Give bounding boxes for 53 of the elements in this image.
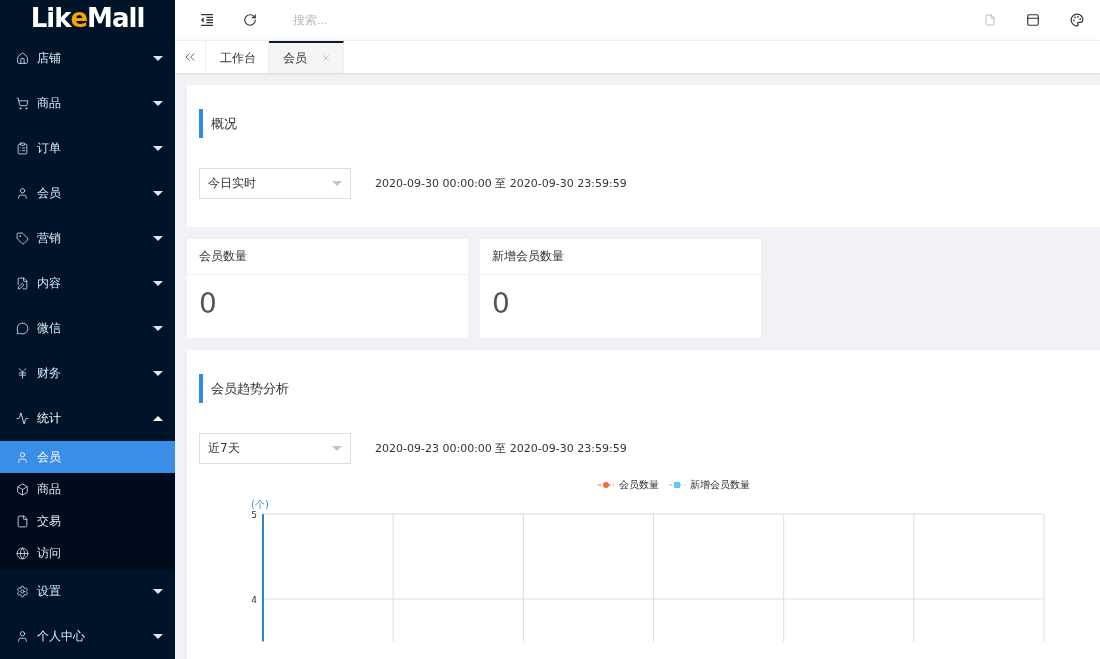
submenu-icon: [16, 514, 29, 528]
refresh-icon[interactable]: [243, 13, 257, 27]
stat-label: 新增会员数量: [480, 239, 761, 275]
sidebar-item[interactable]: 财务: [0, 351, 175, 396]
menu-icon: [16, 97, 29, 110]
submenu-icon: [16, 450, 29, 464]
legend-item[interactable]: 会员数量: [597, 478, 659, 492]
date-range: 2020-09-23 00:00:00 至 2020-09-30 23:59:59: [375, 441, 627, 456]
submenu-item[interactable]: 交易: [0, 505, 175, 537]
section-title: 会员趋势分析: [199, 374, 1088, 403]
sidebar-item[interactable]: 订单: [0, 126, 175, 171]
period-select[interactable]: 今日实时: [199, 168, 351, 199]
tab[interactable]: 工作台: [206, 41, 269, 73]
y-tick-label: 5: [251, 510, 257, 520]
palette-icon[interactable]: [1070, 13, 1084, 27]
menu-icon: [16, 412, 29, 425]
sidebar-item[interactable]: 店铺: [0, 36, 175, 81]
menu-icon: [16, 585, 29, 598]
sidebar-item[interactable]: 微信: [0, 306, 175, 351]
menu-collapse-icon[interactable]: [199, 12, 215, 28]
submenu-icon: [16, 546, 29, 560]
period-select[interactable]: 近7天: [199, 433, 351, 464]
tab-label: 工作台: [220, 49, 256, 67]
logo: LikeMall: [29, 2, 146, 35]
sidebar-item[interactable]: 设置: [0, 569, 175, 614]
sidebar-item[interactable]: 营销: [0, 216, 175, 261]
menu-icon: [16, 367, 29, 380]
stat-value: 0: [198, 286, 218, 322]
sidebar-item[interactable]: 会员: [0, 171, 175, 216]
sidebar-item[interactable]: 商品: [0, 81, 175, 126]
tab[interactable]: 会员: [269, 41, 344, 73]
submenu-item[interactable]: 商品: [0, 473, 175, 505]
sidebar-item[interactable]: 内容: [0, 261, 175, 306]
date-range: 2020-09-30 00:00:00 至 2020-09-30 23:59:59: [375, 176, 627, 191]
y-axis-unit: (个): [251, 500, 269, 510]
submenu-icon: [16, 482, 29, 496]
section-title: 概况: [199, 109, 1088, 138]
menu-icon: [16, 322, 29, 335]
menu-icon: [16, 142, 29, 155]
stat-label: 会员数量: [187, 239, 468, 275]
stat-value: 0: [491, 286, 511, 322]
menu-icon: [16, 630, 29, 643]
tab-label: 会员: [283, 49, 307, 67]
menu-icon: [16, 277, 29, 290]
menu-icon: [16, 52, 29, 65]
sidebar-item[interactable]: 个人中心: [0, 614, 175, 659]
sidebar-item[interactable]: 统计: [0, 396, 175, 441]
legend-item[interactable]: 新增会员数量: [668, 478, 750, 492]
submenu-item[interactable]: 访问: [0, 537, 175, 569]
menu-icon: [16, 232, 29, 245]
y-tick-label: 4: [251, 595, 257, 605]
menu-icon: [16, 187, 29, 200]
window-icon[interactable]: [1026, 13, 1040, 27]
